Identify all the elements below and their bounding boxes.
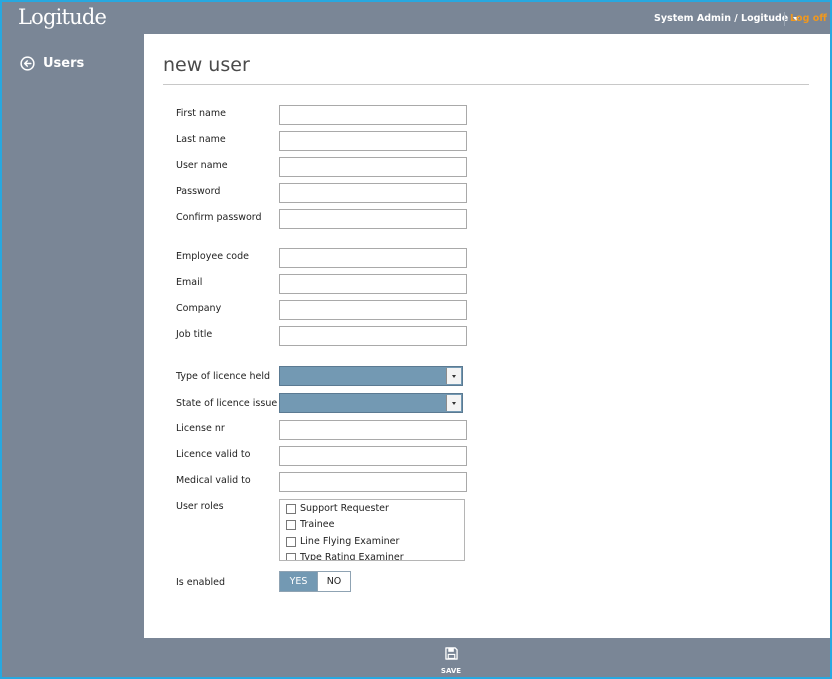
medical-valid-to-label: Medical valid to	[176, 475, 251, 486]
title-divider	[163, 84, 809, 85]
back-to-users-link[interactable]: Users	[20, 56, 84, 71]
user-menu-label: System Admin / Logitude	[654, 13, 789, 24]
company-label: Company	[176, 303, 222, 314]
page-title: new user	[163, 54, 250, 76]
app-logo: Logitude	[18, 5, 107, 29]
is-enabled-label: Is enabled	[176, 577, 226, 588]
header-divider	[784, 12, 785, 26]
main-panel: new user First name Last name User name …	[144, 34, 830, 638]
checkbox[interactable]	[286, 536, 296, 547]
employee-code-field[interactable]	[279, 248, 467, 268]
save-label: SAVE	[440, 667, 462, 675]
licence-valid-to-field[interactable]	[279, 446, 467, 466]
email-field[interactable]	[279, 274, 467, 294]
top-bar: Logitude System Admin / Logitude Log off	[2, 2, 830, 34]
license-nr-field[interactable]	[279, 420, 467, 440]
caret-down-icon[interactable]	[446, 395, 461, 411]
licence-state-label: State of licence issue	[176, 398, 278, 409]
role-label: Type Rating Examiner	[300, 552, 404, 561]
company-field[interactable]	[279, 300, 467, 320]
licence-state-select[interactable]	[279, 393, 463, 413]
confirm-password-field[interactable]	[279, 209, 467, 229]
user-name-field[interactable]	[279, 157, 467, 177]
save-button[interactable]: SAVE	[439, 645, 463, 675]
back-to-users-label: Users	[43, 56, 85, 71]
user-menu[interactable]: System Admin / Logitude	[654, 13, 800, 24]
password-field[interactable]	[279, 183, 467, 203]
role-line-flying-examiner[interactable]: Line Flying Examiner	[286, 536, 399, 547]
role-label: Line Flying Examiner	[300, 536, 400, 547]
last-name-label: Last name	[176, 134, 226, 145]
footer-bar: SAVE	[2, 638, 830, 677]
caret-down-icon[interactable]	[446, 368, 461, 384]
logoff-link[interactable]: Log off	[790, 13, 827, 24]
licence-type-select[interactable]	[279, 366, 463, 386]
toggle-yes-button[interactable]: YES	[280, 572, 317, 591]
job-title-field[interactable]	[279, 326, 467, 346]
is-enabled-toggle[interactable]: YES NO	[279, 571, 351, 592]
first-name-field[interactable]	[279, 105, 467, 125]
floppy-disk-icon	[444, 645, 458, 664]
first-name-label: First name	[176, 108, 226, 119]
role-trainee[interactable]: Trainee	[286, 519, 334, 530]
role-label: Trainee	[300, 519, 335, 530]
checkbox[interactable]	[286, 552, 296, 560]
medical-valid-to-field[interactable]	[279, 472, 467, 492]
job-title-label: Job title	[176, 329, 213, 340]
sidebar: Users	[2, 34, 144, 638]
role-type-rating-examiner[interactable]: Type Rating Examiner	[286, 552, 404, 561]
user-name-label: User name	[176, 160, 228, 171]
employee-code-label: Employee code	[176, 251, 249, 262]
last-name-field[interactable]	[279, 131, 467, 151]
checkbox[interactable]	[286, 519, 296, 530]
role-label: Support Requester	[300, 503, 389, 514]
arrow-left-circle-icon	[20, 56, 35, 71]
confirm-password-label: Confirm password	[176, 212, 262, 223]
user-roles-list[interactable]: Support Requester Trainee Line Flying Ex…	[279, 499, 465, 561]
toggle-no-button[interactable]: NO	[317, 572, 350, 591]
checkbox[interactable]	[286, 503, 296, 514]
licence-type-label: Type of licence held	[176, 371, 271, 382]
license-nr-label: License nr	[176, 423, 225, 434]
email-label: Email	[176, 277, 203, 288]
role-support-requester[interactable]: Support Requester	[286, 503, 389, 514]
user-roles-label: User roles	[176, 501, 224, 512]
password-label: Password	[176, 186, 221, 197]
licence-valid-to-label: Licence valid to	[176, 449, 251, 460]
